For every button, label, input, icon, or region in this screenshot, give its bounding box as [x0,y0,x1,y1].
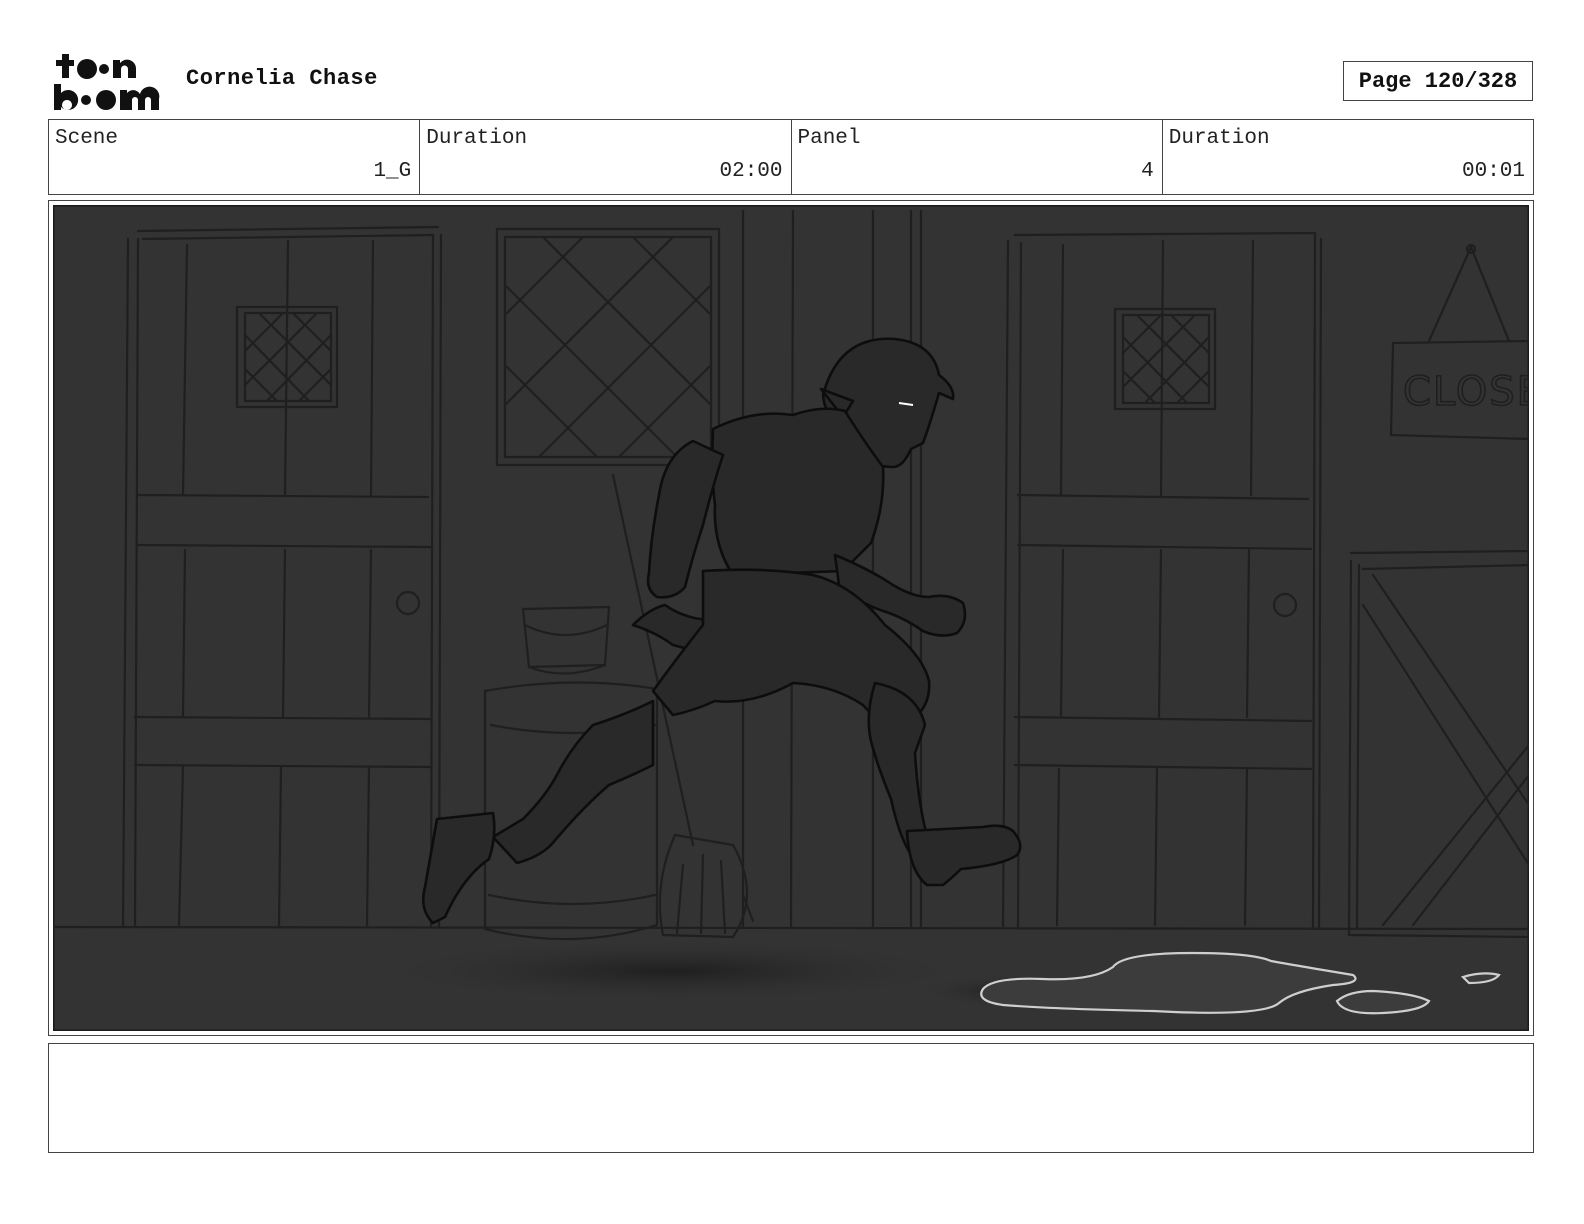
project-title: Cornelia Chase [186,66,378,91]
scene-duration-cell: Duration 02:00 [420,120,792,194]
page-number: Page 120/328 [1343,61,1533,101]
scene-value: 1_G [373,160,412,183]
panel-notes-box [48,1043,1534,1153]
toonboom-logo [50,50,166,112]
storyboard-panel-frame: CLOSE [48,200,1534,1036]
scene-cell: Scene 1_G [49,120,421,194]
scene-label: Scene [55,127,119,150]
storyboard-panel-image: CLOSE [53,205,1529,1031]
panel-duration-value: 00:01 [1461,160,1525,183]
scene-duration-label: Duration [426,127,528,150]
panel-duration-label: Duration [1168,127,1270,150]
scene-duration-value: 02:00 [719,160,783,183]
panel-duration-cell: Duration 00:01 [1163,120,1533,194]
panel-cell: Panel 4 [792,120,1163,194]
scene-info-bar: Scene 1_G Duration 02:00 Panel 4 Duratio… [48,119,1534,195]
panel-label: Panel [797,127,861,150]
close-sign-text: CLOSE [1403,369,1529,415]
panel-value: 4 [1141,160,1154,183]
